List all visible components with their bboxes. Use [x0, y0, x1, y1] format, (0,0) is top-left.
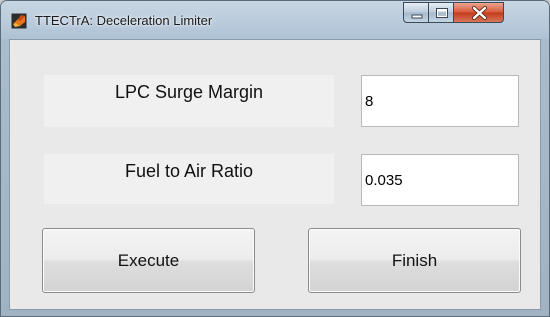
fuel-to-air-ratio-input[interactable]	[361, 154, 519, 206]
lpc-surge-margin-label-text: LPC Surge Margin	[114, 82, 264, 102]
fuel-to-air-ratio-label: Fuel to Air Ratio	[44, 154, 334, 204]
minimize-button[interactable]	[403, 2, 429, 23]
dialog-content: LPC Surge Margin Fuel to Air Ratio Execu…	[9, 39, 541, 310]
app-window: TTECTrA: Deceleration Limiter LPC Surge …	[0, 0, 550, 317]
close-button[interactable]	[453, 2, 504, 23]
close-icon	[472, 6, 487, 20]
finish-button[interactable]: Finish	[308, 228, 521, 293]
execute-button[interactable]: Execute	[42, 228, 255, 293]
fuel-to-air-ratio-label-text: Fuel to Air Ratio	[124, 161, 254, 181]
maximize-button[interactable]	[428, 2, 454, 23]
matlab-icon	[11, 13, 27, 29]
lpc-surge-margin-input[interactable]	[361, 75, 519, 127]
title-bar[interactable]: TTECTrA: Deceleration Limiter	[1, 1, 549, 39]
minimize-icon	[411, 14, 423, 19]
maximize-icon	[436, 8, 448, 18]
lpc-surge-margin-label: LPC Surge Margin	[44, 75, 334, 127]
window-title: TTECTrA: Deceleration Limiter	[35, 13, 213, 28]
